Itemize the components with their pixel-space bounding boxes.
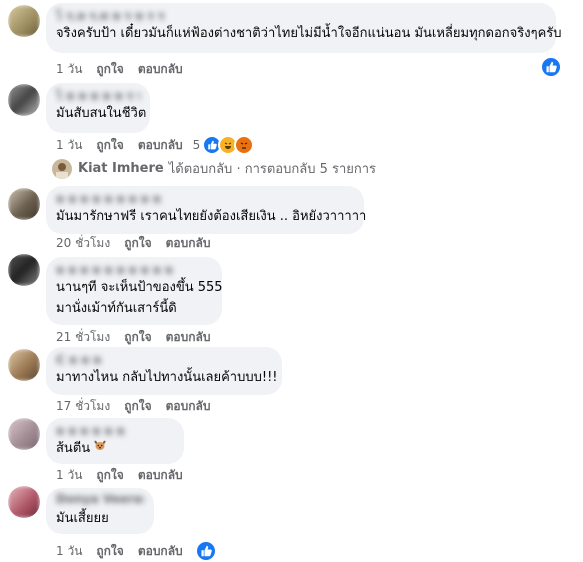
comment-text: มันมารักษาฟรี เราคนไทยยังต้องเสียเงิน ..…: [56, 209, 367, 224]
comment-bubble: ห ห ห ห ห ห ส้นตีน: [46, 418, 184, 464]
avatar[interactable]: [8, 486, 40, 518]
reply-button[interactable]: ตอบกลับ: [138, 136, 183, 155]
dog-face-emoji: [93, 438, 107, 459]
comment-text-row: ส้นตีน: [56, 438, 174, 459]
comment-text: มานั่งเม้าท์กันเสาร์นี้ดิ: [56, 301, 177, 316]
commenter-name[interactable]: ไ ห ห ห ห ห ร ห: [56, 87, 140, 103]
like-button[interactable]: ถูกใจ: [96, 136, 123, 155]
comment-actions: 1 วัน ถูกใจ ตอบกลับ: [56, 540, 217, 562]
replies-summary[interactable]: ได้ตอบกลับ · การตอบกลับ 5 รายการ: [169, 158, 376, 179]
comment-time[interactable]: 21 ชั่วโมง: [56, 328, 110, 347]
thumbs-up-icon: [546, 61, 557, 73]
comment-time[interactable]: 1 วัน: [56, 60, 82, 79]
avatar[interactable]: [8, 188, 40, 220]
avatar[interactable]: [8, 5, 40, 37]
avatar[interactable]: [8, 84, 40, 116]
like-reaction-badge[interactable]: [540, 56, 562, 78]
comment-actions: 1 วัน ถูกใจ ตอบกลับ 5: [56, 135, 255, 155]
commenter-name[interactable]: C ห ห ห: [56, 351, 272, 367]
commenter-name[interactable]: ไ ร.ห ร.ท ห ร ห ร ร: [56, 7, 546, 23]
view-replies-link[interactable]: Kiat Imhere ได้ตอบกลับ · การตอบกลับ 5 รา…: [52, 158, 376, 179]
reaction-summary[interactable]: 5: [193, 135, 255, 155]
replier-name[interactable]: Kiat Imhere: [78, 161, 164, 176]
comment-actions: 20 ชั่วโมง ถูกใจ ตอบกลับ: [56, 234, 210, 253]
commenter-name[interactable]: ห ห ห ห ห ห: [56, 422, 174, 438]
angry-icon: [234, 135, 255, 155]
like-button[interactable]: ถูกใจ: [96, 60, 123, 79]
reply-avatar: [52, 158, 72, 179]
comment-text: มันสับสนในชีวิต: [56, 106, 147, 121]
like-button[interactable]: ถูกใจ: [124, 397, 151, 416]
comment-text: จริงครับป้า เดี๋ยวมันก็แห่ฟ้องต่างชาติว่…: [56, 26, 562, 41]
avatar[interactable]: [8, 418, 40, 450]
comment-text: นานๆที จะเห็นป้าของขึ้น 555: [56, 280, 223, 295]
commenter-name[interactable]: Donya Veerasilpa: [56, 492, 144, 508]
reply-button[interactable]: ตอบกลับ: [138, 466, 183, 485]
comment-time[interactable]: 1 วัน: [56, 136, 82, 155]
comment-text: ส้นตีน: [56, 441, 91, 456]
reaction-count: 5: [192, 138, 201, 152]
commenter-name[interactable]: ห ห ห ห ห ห ห ห ห: [56, 190, 354, 206]
commenter-name[interactable]: ห ห ห ห ห ห ห ห ห ห: [56, 261, 212, 277]
reply-button[interactable]: ตอบกลับ: [166, 234, 211, 253]
avatar[interactable]: [8, 254, 40, 286]
thumbs-up-icon: [201, 545, 212, 557]
reply-button[interactable]: ตอบกลับ: [166, 397, 211, 416]
comment-time[interactable]: 17 ชั่วโมง: [56, 397, 110, 416]
like-button[interactable]: ถูกใจ: [124, 328, 151, 347]
reply-button[interactable]: ตอบกลับ: [138, 60, 183, 79]
comment-bubble: ห ห ห ห ห ห ห ห ห มันมารักษาฟรี เราคนไทย…: [46, 186, 367, 234]
comment-bubble: ไ ร.ห ร.ท ห ร ห ร ร จริงครับป้า เดี๋ยวมั…: [46, 3, 562, 53]
comment-text: มาทางไหน กลับไปทางนั้นเลยค้าบบบ!!!: [56, 370, 278, 385]
comment-bubble: Donya Veerasilpa มันเสี้ยยย: [46, 488, 154, 534]
comment-actions: 17 ชั่วโมง ถูกใจ ตอบกลับ: [56, 397, 210, 416]
comment-bubble: ห ห ห ห ห ห ห ห ห ห นานๆที จะเห็นป้าของข…: [46, 257, 223, 325]
reply-button[interactable]: ตอบกลับ: [166, 328, 211, 347]
comment-text: มันเสี้ยยย: [56, 511, 109, 526]
comment-actions: 21 ชั่วโมง ถูกใจ ตอบกลับ: [56, 328, 210, 347]
like-button[interactable]: ถูกใจ: [124, 234, 151, 253]
comment-actions: 1 วัน ถูกใจ ตอบกลับ: [56, 60, 183, 79]
like-button[interactable]: ถูกใจ: [96, 466, 123, 485]
avatar[interactable]: [8, 349, 40, 381]
comment-actions: 1 วัน ถูกใจ ตอบกลับ: [56, 466, 183, 485]
comment-bubble: C ห ห ห มาทางไหน กลับไปทางนั้นเลยค้าบบบ!…: [46, 347, 282, 395]
like-reaction-badge[interactable]: [194, 540, 217, 562]
comment-bubble: ไ ห ห ห ห ห ร ห มันสับสนในชีวิต: [46, 83, 150, 133]
comment-time[interactable]: 1 วัน: [56, 466, 82, 485]
comment-time[interactable]: 20 ชั่วโมง: [56, 234, 110, 253]
